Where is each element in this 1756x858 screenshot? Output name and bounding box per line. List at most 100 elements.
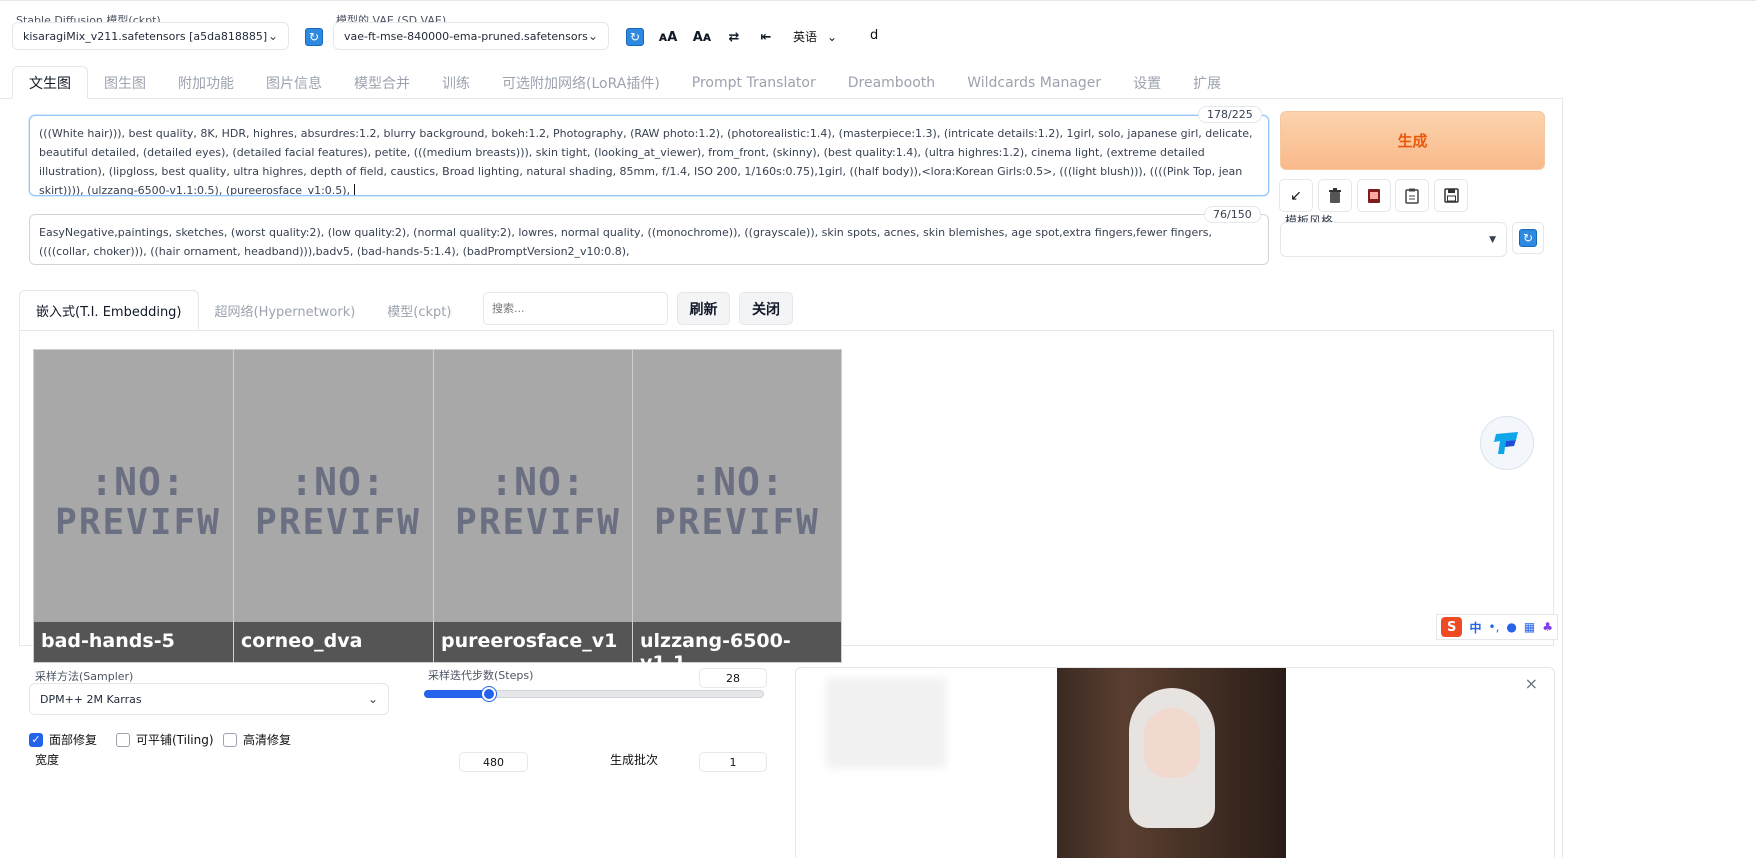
batch-input[interactable]: 1 — [699, 752, 767, 772]
tab-train[interactable]: 训练 — [426, 66, 486, 99]
no-preview-line1: :NO: — [90, 460, 186, 504]
sampler-value: DPM++ 2M Karras — [40, 692, 142, 706]
model-select-value: kisaragiMix_v211.safetensors [a5da818885… — [23, 29, 268, 43]
embedding-card[interactable]: :NO: PREVIFW ulzzang-6500-v1.1 — [632, 349, 842, 674]
skin-icon: ♣ — [1542, 620, 1553, 634]
tab-hypernetwork[interactable]: 超网络(Hypernetwork) — [199, 290, 372, 330]
save-icon[interactable] — [1434, 179, 1468, 212]
no-preview-line2: PREVIFW — [455, 502, 621, 543]
steps-slider[interactable] — [424, 687, 764, 701]
tab-img2img[interactable]: 图生图 — [88, 66, 162, 99]
keyboard-icon: ▦ — [1523, 620, 1536, 634]
steps-label: 采样迭代步数(Steps) — [428, 669, 534, 682]
assistant-float-icon[interactable] — [1480, 416, 1534, 470]
refresh-button[interactable]: 刷新 — [677, 292, 730, 325]
width-input[interactable]: 480 — [459, 752, 528, 772]
top-border — [0, 0, 1756, 1]
steps-input[interactable]: 28 — [699, 668, 767, 688]
hires-option[interactable]: 高清修复 — [223, 731, 291, 748]
tab-wildcards[interactable]: Wildcards Manager — [951, 66, 1117, 99]
card-title: ulzzang-6500-v1.1 — [633, 622, 841, 674]
chevron-down-icon: ⌄ — [587, 29, 598, 43]
blurred-thumbnail — [826, 678, 946, 768]
negative-token-counter: 76/150 — [1204, 206, 1261, 223]
face-restore-label: 面部修复 — [49, 733, 98, 747]
tab-prompt-translator[interactable]: Prompt Translator — [676, 66, 832, 99]
text-cursor — [353, 184, 355, 195]
styles-select[interactable]: ▼ — [1280, 222, 1507, 257]
close-icon[interactable]: × — [1525, 674, 1538, 693]
language-select[interactable]: 英语 ⌄ — [793, 28, 837, 45]
hires-label: 高清修复 — [243, 733, 292, 747]
tab-extras[interactable]: 附加功能 — [162, 66, 250, 99]
tab-dreambooth[interactable]: Dreambooth — [832, 66, 951, 99]
slider-thumb[interactable] — [481, 687, 496, 701]
language-value: 英语 — [793, 30, 818, 44]
tiling-label: 可平铺(Tiling) — [136, 733, 214, 747]
prompt-textarea[interactable]: (((White hair))), best quality, 8K, HDR,… — [29, 115, 1269, 196]
network-search-input[interactable] — [483, 292, 668, 325]
close-button[interactable]: 关闭 — [739, 292, 793, 325]
clipboard-icon[interactable] — [1395, 179, 1429, 212]
swap-icon[interactable]: ⇄ — [725, 28, 743, 46]
embedding-card[interactable]: :NO: PREVIFW corneo_dva — [233, 349, 443, 663]
tab-txt2img[interactable]: 文生图 — [12, 66, 88, 99]
no-preview-line1: :NO: — [689, 460, 785, 504]
chevron-down-icon: ⌄ — [267, 29, 278, 43]
chevron-down-icon: ⌄ — [827, 29, 838, 44]
tab-additional-networks[interactable]: 可选附加网络(LoRA插件) — [486, 66, 676, 99]
sampler-select[interactable]: DPM++ 2M Karras ⌄ — [29, 683, 389, 715]
tiling-option[interactable]: 可平铺(Tiling) — [116, 731, 214, 748]
trash-icon[interactable] — [1318, 179, 1352, 212]
font-smaller-icon[interactable]: Aᴀ — [692, 28, 712, 46]
checkbox[interactable] — [223, 732, 237, 747]
no-preview-line1: :NO: — [490, 460, 586, 504]
chevron-down-icon: ⌄ — [367, 692, 378, 706]
sampler-label: 采样方法(Sampler) — [35, 670, 134, 683]
no-preview-line1: :NO: — [290, 460, 386, 504]
prompt-text: (((White hair))), best quality, 8K, HDR,… — [39, 127, 1253, 196]
panel-border — [1562, 98, 1563, 858]
ime-toolbar[interactable]: S 中 •, ● ▦ ♣ — [1436, 614, 1558, 640]
network-tabs: 嵌入式(T.I. Embedding) 超网络(Hypernetwork) 模型… — [19, 290, 528, 330]
output-gallery: × — [795, 667, 1555, 858]
generated-image[interactable] — [1057, 668, 1286, 858]
tab-extensions[interactable]: 扩展 — [1177, 66, 1237, 99]
vae-select[interactable]: vae-ft-mse-840000-ema-pruned.safetensors… — [333, 22, 609, 50]
refresh-vae-icon[interactable]: ↻ — [626, 28, 644, 46]
embedding-card[interactable]: :NO: PREVIFW bad-hands-5 — [33, 349, 243, 663]
vae-select-value: vae-ft-mse-840000-ema-pruned.safetensors — [344, 29, 588, 43]
refresh-styles-button[interactable]: ↻ — [1512, 222, 1544, 254]
negative-prompt-textarea[interactable]: EasyNegative,paintings, sketches, (worst… — [29, 214, 1269, 265]
no-preview-line2: PREVIFW — [55, 502, 221, 543]
refresh-models-icon[interactable]: ↻ — [305, 28, 323, 46]
arrow-down-left-icon[interactable]: ↙ — [1279, 179, 1313, 212]
embedding-card[interactable]: :NO: PREVIFW pureerosface_v1 — [433, 349, 643, 663]
face-shape — [1144, 708, 1200, 778]
ime-mode: 中 — [1469, 620, 1482, 635]
tab-embedding[interactable]: 嵌入式(T.I. Embedding) — [19, 290, 199, 330]
tool-letter[interactable]: d — [870, 28, 878, 43]
checkbox-checked[interactable]: ✓ — [29, 732, 43, 747]
font-larger-icon[interactable]: ᴀA — [658, 28, 678, 46]
tab-png-info[interactable]: 图片信息 — [250, 66, 338, 99]
refresh-icon: ↻ — [1519, 229, 1537, 247]
tab-settings[interactable]: 设置 — [1117, 66, 1177, 99]
card-title: corneo_dva — [234, 622, 442, 662]
card-title: pureerosface_v1 — [434, 622, 642, 662]
indent-icon[interactable]: ⇤ — [757, 28, 775, 46]
slider-fill — [424, 690, 489, 698]
tab-merge[interactable]: 模型合并 — [338, 66, 426, 99]
no-preview-line2: PREVIFW — [654, 502, 820, 543]
model-select[interactable]: kisaragiMix_v211.safetensors [a5da818885… — [12, 22, 289, 50]
card-icon[interactable] — [1357, 179, 1391, 212]
caret-down-icon: ▼ — [1489, 234, 1496, 245]
main-tabs: 文生图 图生图 附加功能 图片信息 模型合并 训练 可选附加网络(LoRA插件)… — [12, 66, 1237, 99]
generate-button[interactable]: 生成 — [1280, 111, 1545, 170]
checkbox[interactable] — [116, 732, 130, 747]
tab-ckpt[interactable]: 模型(ckpt) — [371, 290, 467, 330]
card-title: bad-hands-5 — [34, 622, 242, 662]
punctuation-icon: •, — [1488, 620, 1500, 634]
microphone-icon: ● — [1506, 620, 1517, 634]
face-restore-option[interactable]: ✓ 面部修复 — [29, 731, 97, 748]
